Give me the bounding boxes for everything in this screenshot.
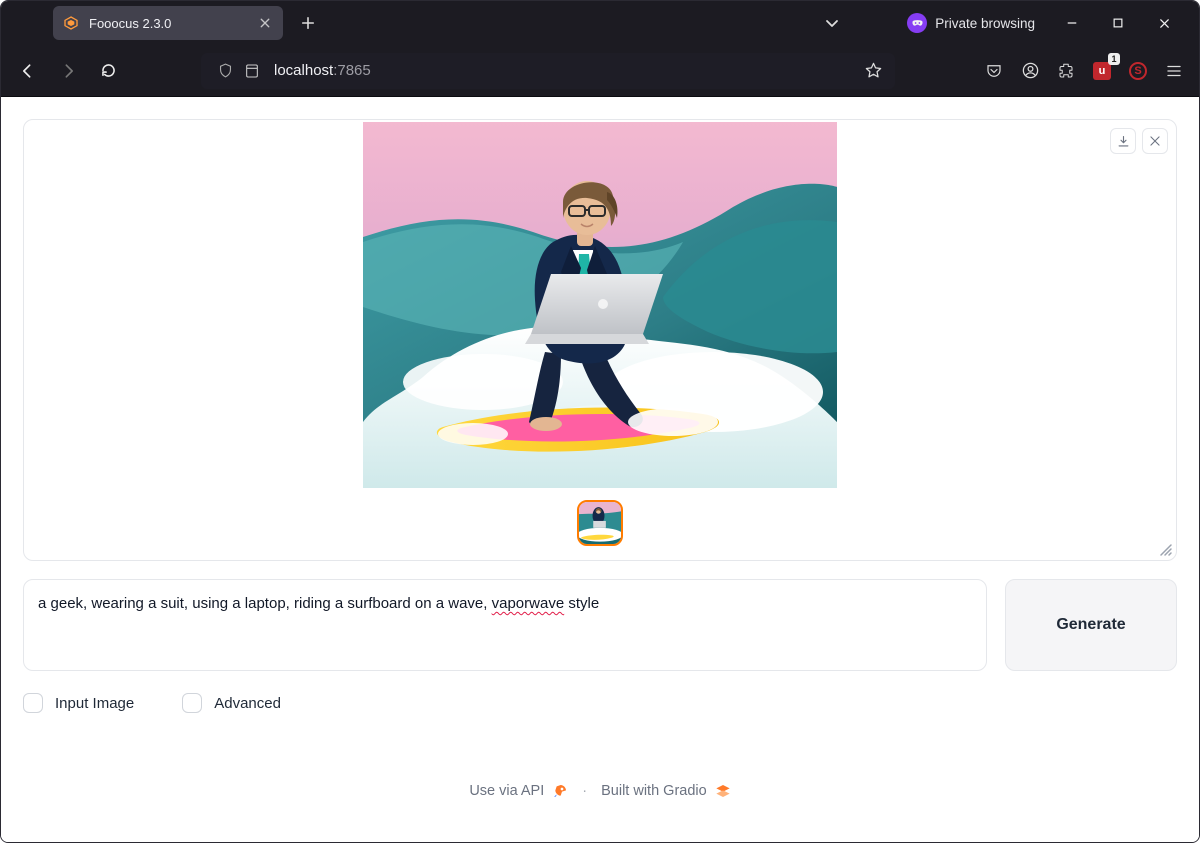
rocket-icon [552,783,568,799]
tab-strip: Fooocus 2.3.0 [9,1,817,45]
checkbox-box-icon [23,693,43,713]
extension-badge: 1 [1108,53,1120,65]
download-image-button[interactable] [1110,128,1136,154]
new-tab-button[interactable] [293,8,323,38]
output-gallery [23,119,1177,561]
url-port: :7865 [333,62,371,79]
clear-gallery-button[interactable] [1142,128,1168,154]
nav-reload-button[interactable] [91,54,125,88]
prompt-textbox[interactable]: a geek, wearing a suit, using a laptop, … [23,579,987,671]
resize-grip-icon[interactable] [1157,541,1173,557]
built-with-gradio-link[interactable]: Built with Gradio [601,783,731,799]
browser-window: Fooocus 2.3.0 Private browsing [0,0,1200,843]
account-icon[interactable] [1015,56,1045,86]
browser-tab-active[interactable]: Fooocus 2.3.0 [53,6,283,40]
bookmark-star-icon[interactable] [859,57,887,85]
private-browsing-label: Private browsing [935,16,1035,31]
use-via-api-link[interactable]: Use via API [469,783,568,799]
url-text: localhost:7865 [268,62,859,79]
window-minimize-button[interactable] [1049,5,1095,41]
fooocus-favicon [63,15,79,31]
advanced-label: Advanced [214,695,281,712]
toolbar-right-icons: u 1 S [971,56,1189,86]
page-footer: Use via API · Built with Gradio [23,783,1177,799]
window-maximize-button[interactable] [1095,5,1141,41]
page-content: a geek, wearing a suit, using a laptop, … [1,97,1199,842]
generated-image-preview[interactable] [363,122,837,488]
url-host: localhost [274,62,333,79]
navigation-toolbar: localhost:7865 u 1 S [1,45,1199,97]
tab-title: Fooocus 2.3.0 [89,16,171,31]
titlebar: Fooocus 2.3.0 Private browsing [1,1,1199,45]
shield-icon[interactable] [217,62,234,79]
mask-icon [907,13,927,33]
input-image-checkbox[interactable]: Input Image [23,693,134,713]
advanced-checkbox[interactable]: Advanced [182,693,281,713]
prompt-row: a geek, wearing a suit, using a laptop, … [23,579,1177,671]
input-image-label: Input Image [55,695,134,712]
nav-forward-button[interactable] [51,54,85,88]
gallery-thumbnail-selected[interactable] [577,500,623,546]
separator-dot: · [582,783,587,799]
tabs-dropdown-button[interactable] [817,8,847,38]
checkbox-box-icon [182,693,202,713]
ublock-icon[interactable]: u 1 [1087,56,1117,86]
gradio-logo-icon [715,783,731,799]
options-row: Input Image Advanced [23,693,1177,713]
extensions-icon[interactable] [1051,56,1081,86]
gallery-thumbnails [577,500,623,546]
private-browsing-indicator: Private browsing [907,13,1035,33]
url-bar[interactable]: localhost:7865 [201,53,895,89]
prompt-text: a geek, wearing a suit, using a laptop, … [38,594,972,614]
app-menu-button[interactable] [1159,56,1189,86]
nav-back-button[interactable] [11,54,45,88]
generate-button[interactable]: Generate [1005,579,1177,671]
pocket-icon[interactable] [979,56,1009,86]
window-close-button[interactable] [1141,5,1187,41]
titlebar-right: Private browsing [907,5,1191,41]
close-tab-button[interactable] [257,15,273,31]
extension-s-icon[interactable]: S [1123,56,1153,86]
page-info-icon[interactable] [244,63,260,79]
